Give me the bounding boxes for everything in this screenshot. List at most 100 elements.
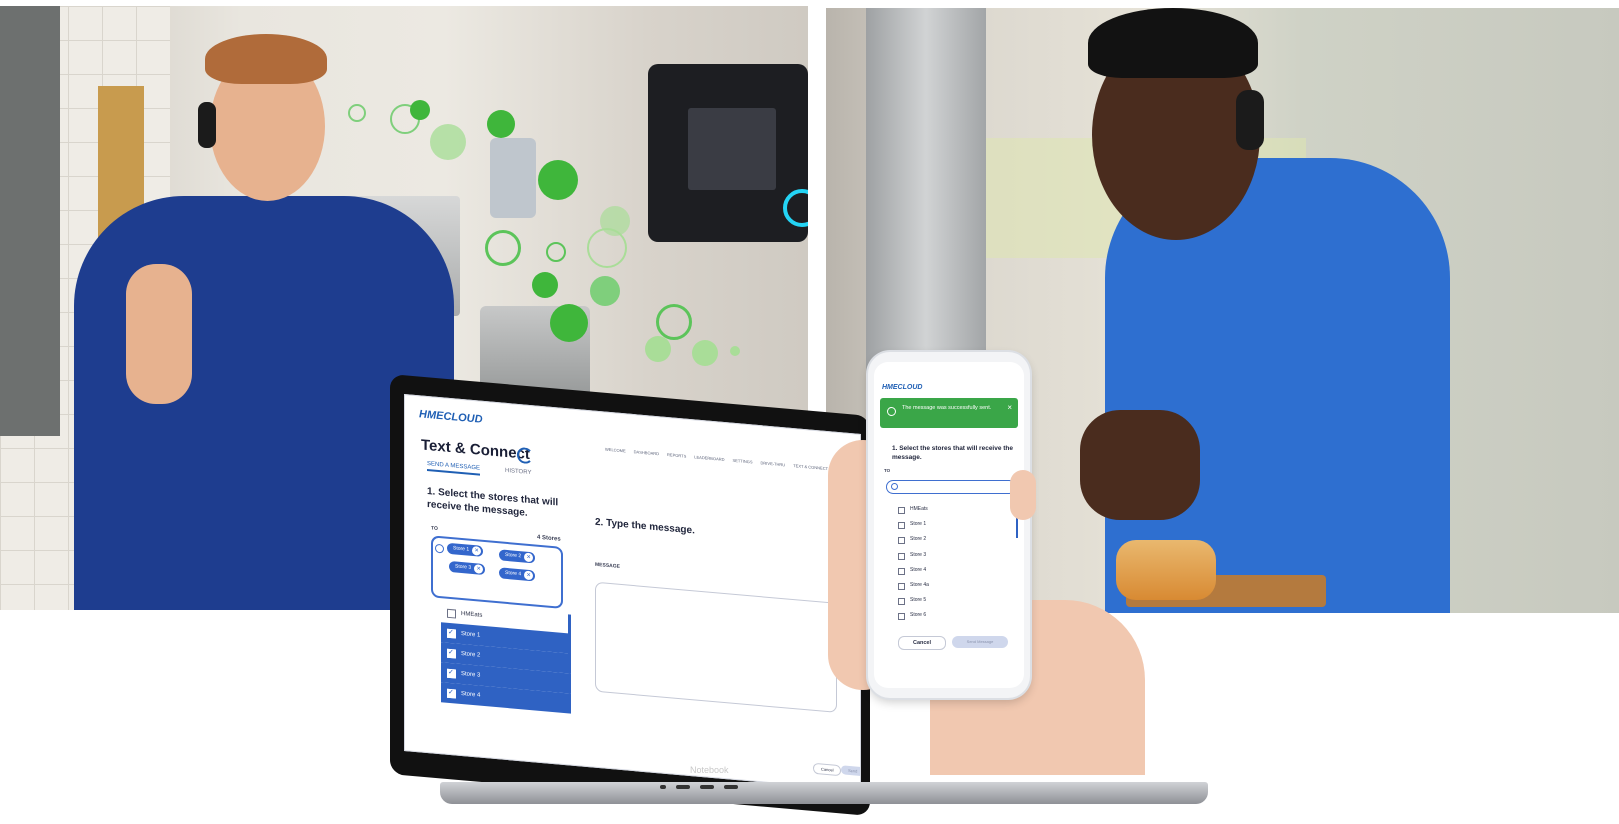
checkbox-checked[interactable] bbox=[447, 628, 456, 639]
cancel-button[interactable]: Cancel bbox=[898, 636, 946, 650]
search-icon bbox=[891, 483, 898, 490]
checkbox[interactable] bbox=[898, 522, 905, 530]
list-item-label: HMEats bbox=[910, 506, 928, 512]
bubble-decoration bbox=[692, 340, 718, 366]
nav-item[interactable]: TEXT & CONNECT bbox=[793, 463, 828, 471]
list-item[interactable]: Store 4 bbox=[896, 563, 1004, 578]
text-connect-icon bbox=[517, 446, 533, 465]
nav-item[interactable]: DRIVE-THRU bbox=[761, 460, 786, 467]
store-count: 4 Stores bbox=[537, 534, 561, 543]
bubble-decoration bbox=[590, 276, 620, 306]
laptop-base bbox=[440, 782, 1208, 804]
to-label: TO bbox=[884, 468, 891, 473]
bubble-decoration bbox=[538, 160, 578, 200]
message-textarea[interactable] bbox=[595, 581, 837, 713]
list-item-label: Store 2 bbox=[461, 650, 481, 659]
step-type-message: 2. Type the message. bbox=[595, 516, 695, 537]
list-item-label: Store 4a bbox=[910, 581, 929, 588]
bubble-decoration bbox=[348, 104, 366, 122]
list-item-label: Store 5 bbox=[910, 597, 927, 604]
checkbox[interactable] bbox=[898, 552, 905, 560]
search-icon bbox=[435, 543, 444, 554]
top-nav: WELCOME DASHBOARD REPORTS LEADERBOARD SE… bbox=[605, 447, 828, 472]
message-label: MESSAGE bbox=[595, 561, 621, 570]
phone-screen: HMECLOUD The message was successfully se… bbox=[874, 362, 1024, 688]
list-item[interactable]: Store 4a bbox=[896, 578, 1004, 593]
bubble-decoration bbox=[430, 124, 466, 160]
list-item[interactable]: Store 6 bbox=[896, 608, 1004, 623]
door bbox=[0, 6, 60, 436]
nav-item[interactable]: REPORTS bbox=[667, 452, 686, 459]
list-item-label: Store 1 bbox=[910, 521, 927, 528]
step-select-stores: 1. Select the stores that will receive t… bbox=[892, 445, 1014, 461]
checkbox[interactable] bbox=[898, 537, 905, 545]
store-chip[interactable]: Store 1 bbox=[447, 542, 484, 557]
tab-send-message[interactable]: SEND A MESSAGE bbox=[427, 461, 481, 476]
phone: HMECLOUD The message was successfully se… bbox=[868, 352, 1030, 698]
bubble-decoration bbox=[410, 100, 430, 120]
list-item[interactable]: Store 3 bbox=[896, 548, 1004, 563]
list-item-label: Store 6 bbox=[910, 612, 927, 619]
send-button[interactable]: Send bbox=[841, 765, 861, 777]
list-item[interactable]: HMEats bbox=[896, 502, 1004, 517]
success-toast: The message was successfully sent. × bbox=[880, 398, 1018, 428]
checkbox[interactable] bbox=[898, 582, 905, 590]
bubble-decoration bbox=[487, 110, 515, 138]
nav-item[interactable]: WELCOME bbox=[605, 447, 626, 454]
nav-item[interactable]: LEADERBOARD bbox=[694, 454, 724, 462]
checkbox[interactable] bbox=[898, 598, 905, 606]
laptop-label: Notebook bbox=[690, 765, 729, 775]
scrollbar[interactable] bbox=[568, 614, 571, 665]
page-title: Text & Connect bbox=[421, 436, 530, 464]
step-select-stores: 1. Select the stores that will receive t… bbox=[427, 486, 559, 519]
checkbox[interactable] bbox=[898, 613, 905, 621]
list-item-label: Store 1 bbox=[461, 630, 481, 639]
hme-logo: HMECLOUD bbox=[882, 384, 923, 391]
to-label: TO bbox=[431, 525, 438, 532]
send-message-button[interactable]: Send Message bbox=[952, 636, 1008, 648]
bubble-decoration bbox=[546, 242, 566, 262]
list-item[interactable]: Store 2 bbox=[896, 532, 1004, 547]
list-item-label: HMEats bbox=[461, 610, 483, 619]
check-circle-icon bbox=[887, 407, 896, 416]
bubble-decoration bbox=[645, 336, 671, 362]
toast-message: The message was successfully sent. bbox=[902, 405, 992, 411]
store-chip[interactable]: Store 2 bbox=[499, 549, 536, 564]
bubble-decoration bbox=[550, 304, 588, 342]
wall-tablet bbox=[648, 64, 808, 242]
hand-finger bbox=[1010, 470, 1036, 520]
close-icon[interactable]: × bbox=[1007, 404, 1012, 412]
sandwich bbox=[1116, 540, 1216, 600]
tab-history[interactable]: HISTORY bbox=[505, 468, 531, 476]
laptop-screen: HMECLOUD Text & Connect WELCOME DASHBOAR… bbox=[404, 394, 861, 791]
list-item-label: Store 2 bbox=[910, 536, 927, 543]
store-selector-input[interactable]: Store 1 Store 2 Store 3 Store 4 bbox=[431, 535, 563, 609]
list-item[interactable]: Store 5 bbox=[896, 593, 1004, 608]
hme-logo: HMECLOUD bbox=[419, 408, 483, 426]
wall-tablet-screen bbox=[688, 108, 776, 190]
store-chip[interactable]: Store 3 bbox=[449, 560, 486, 576]
nav-item[interactable]: DASHBOARD bbox=[634, 449, 659, 456]
list-item-label: Store 4 bbox=[461, 690, 481, 699]
checkbox-checked[interactable] bbox=[447, 668, 456, 679]
soap-dispenser bbox=[490, 138, 536, 218]
list-item[interactable]: Store 1 bbox=[896, 517, 1004, 532]
checkbox[interactable] bbox=[447, 608, 456, 619]
store-chip[interactable]: Store 4 bbox=[499, 567, 536, 582]
list-item-label: Store 3 bbox=[910, 551, 927, 558]
list-item-label: Store 4 bbox=[910, 566, 927, 573]
wall-tablet-ring-icon bbox=[783, 189, 808, 227]
store-list: HMEats Store 1 Store 2 Store 3 Store 4 S… bbox=[896, 502, 1004, 628]
bubble-decoration bbox=[532, 272, 558, 298]
checkbox-checked[interactable] bbox=[447, 648, 456, 659]
nav-item[interactable]: SETTINGS bbox=[733, 458, 753, 465]
bubble-decoration bbox=[600, 206, 630, 236]
checkbox[interactable] bbox=[898, 507, 905, 514]
checkbox[interactable] bbox=[898, 567, 905, 575]
cancel-button[interactable]: Cancel bbox=[813, 762, 842, 777]
list-item-label: Store 3 bbox=[461, 670, 481, 679]
store-search-input[interactable] bbox=[886, 480, 1016, 494]
bubble-decoration bbox=[730, 346, 740, 356]
bubble-decoration bbox=[485, 230, 521, 266]
checkbox-checked[interactable] bbox=[447, 688, 456, 699]
